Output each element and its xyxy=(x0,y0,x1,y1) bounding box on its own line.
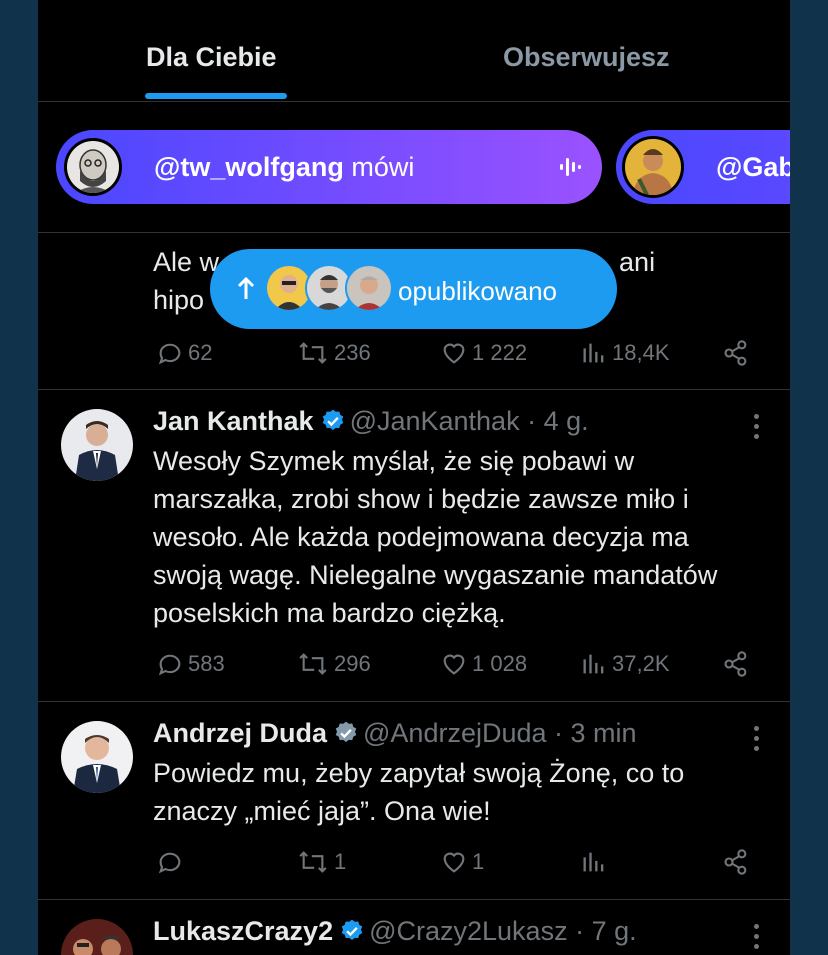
more-options-icon[interactable] xyxy=(754,924,760,954)
heart-icon xyxy=(443,343,465,364)
reply-button[interactable]: 583 xyxy=(156,650,225,678)
author-handle: @AndrzejDuda · 3 min xyxy=(363,718,637,748)
reply-count: 583 xyxy=(188,651,225,676)
tab-following[interactable]: Obserwujesz xyxy=(503,42,670,73)
author-handle: @Crazy2Lukasz · 7 g. xyxy=(369,916,637,946)
tweet-text: Wesoły Szymek myślał, że się pobawi w ma… xyxy=(153,446,718,628)
reply-icon xyxy=(158,654,181,676)
active-tab-indicator xyxy=(145,93,287,99)
repost-count: 296 xyxy=(334,651,371,676)
tab-for-you[interactable]: Dla Ciebie xyxy=(146,42,277,73)
repost-icon xyxy=(299,342,327,364)
tweet-actions: 62 236 1 222 18,4K xyxy=(156,339,756,369)
repost-icon xyxy=(299,653,327,675)
like-count: 1 222 xyxy=(472,340,528,365)
view-count: 18,4K xyxy=(612,340,670,365)
tweet-header: Andrzej Duda @AndrzejDuda · 3 min xyxy=(153,718,637,749)
tweet-header: Jan Kanthak @JanKanthak · 4 g. xyxy=(153,406,589,437)
space-speaker: @tw_wolfgang mówi xyxy=(154,152,415,182)
repost-button[interactable]: 296 xyxy=(296,650,371,678)
tweet-actions: 583 296 1 028 37,2K xyxy=(156,650,756,680)
share-icon xyxy=(724,340,747,366)
like-button[interactable]: 1 028 xyxy=(440,650,527,678)
views-button[interactable]: 18,4K xyxy=(580,339,670,367)
repost-count: 236 xyxy=(334,340,371,365)
tweet-actions: 1 1 xyxy=(156,848,756,878)
like-button[interactable]: 1 222 xyxy=(440,339,527,367)
new-posts-toast[interactable]: opublikowano xyxy=(210,249,617,329)
avatar xyxy=(345,264,393,312)
views-icon xyxy=(583,654,604,674)
author-name[interactable]: Andrzej Duda xyxy=(153,718,327,748)
avatar[interactable] xyxy=(61,919,133,955)
toast-label: opublikowano xyxy=(398,276,558,306)
share-button[interactable] xyxy=(722,848,754,876)
verified-badge-icon xyxy=(322,409,343,430)
author-handle: @JanKanthak · 4 g. xyxy=(349,406,589,436)
share-icon xyxy=(724,651,747,677)
like-count: 1 xyxy=(472,849,485,874)
share-button[interactable] xyxy=(722,339,754,367)
spaces-bar: @tw_wolfgang mówi @Gab xyxy=(38,102,790,233)
views-button[interactable] xyxy=(580,848,612,876)
avatar xyxy=(64,138,122,196)
views-icon xyxy=(583,343,604,363)
reply-button[interactable]: 62 xyxy=(156,339,212,367)
heart-icon xyxy=(443,852,465,873)
avatar xyxy=(622,136,684,198)
reply-count: 62 xyxy=(188,340,213,365)
reply-button[interactable] xyxy=(156,848,188,876)
view-count: 37,2K xyxy=(612,651,670,676)
repost-button[interactable]: 236 xyxy=(296,339,371,367)
repost-button[interactable]: 1 xyxy=(296,848,346,876)
avatar[interactable] xyxy=(61,409,133,481)
more-options-icon[interactable] xyxy=(754,726,760,756)
reply-icon xyxy=(158,852,181,874)
verified-badge-icon xyxy=(341,919,363,940)
tweet[interactable]: Jan Kanthak @JanKanthak · 4 g. Wesoły Szy… xyxy=(38,390,790,702)
views-icon xyxy=(583,852,604,872)
timeline-tabs: Dla Ciebie Obserwujesz xyxy=(38,0,790,102)
audio-wave-icon xyxy=(560,158,581,176)
space-speaker: @Gab xyxy=(716,152,790,182)
more-options-icon[interactable] xyxy=(754,414,760,444)
tweet-text: Powiedz mu, żeby zapytał swoją Żonę, co … xyxy=(153,758,685,826)
author-name[interactable]: Jan Kanthak xyxy=(153,406,314,436)
repost-icon xyxy=(299,851,327,873)
share-button[interactable] xyxy=(722,650,754,678)
repost-count: 1 xyxy=(334,849,347,874)
author-name[interactable]: LukaszCrazy2 xyxy=(153,916,333,946)
timeline-screen: Dla Ciebie Obserwujesz @tw_wolfgang mówi xyxy=(38,0,790,955)
verified-badge-icon xyxy=(335,721,357,742)
views-button[interactable]: 37,2K xyxy=(580,650,670,678)
heart-icon xyxy=(443,654,465,675)
like-button[interactable]: 1 xyxy=(440,848,484,876)
tweet[interactable]: LukaszCrazy2 @Crazy2Lukasz · 7 g. xyxy=(38,900,790,955)
share-icon xyxy=(724,849,747,875)
toast-avatars xyxy=(265,264,395,314)
reply-icon xyxy=(158,343,181,365)
tweet[interactable]: Andrzej Duda @AndrzejDuda · 3 min Powiedz… xyxy=(38,702,790,900)
like-count: 1 028 xyxy=(472,651,528,676)
space-pill[interactable]: @tw_wolfgang mówi xyxy=(56,130,602,204)
tweet-header: LukaszCrazy2 @Crazy2Lukasz · 7 g. xyxy=(153,916,637,947)
space-pill[interactable]: @Gab xyxy=(616,130,790,204)
avatar[interactable] xyxy=(61,721,133,793)
arrow-up-icon xyxy=(237,276,255,299)
